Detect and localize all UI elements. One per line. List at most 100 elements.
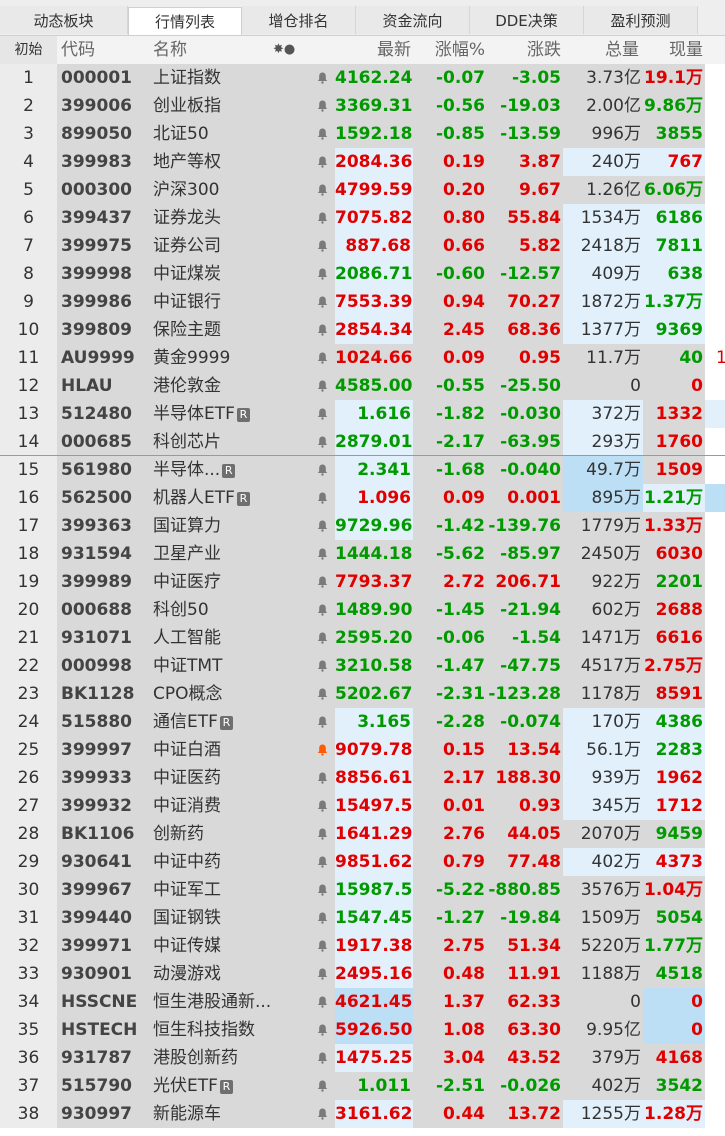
bell-icon[interactable] [307,904,335,932]
bell-icon[interactable] [307,540,335,568]
bell-icon[interactable] [307,932,335,960]
table-row[interactable]: 6 399437 证券龙头 7075.82 0.80 55.84 1534万 6186 [0,204,725,232]
table-row[interactable]: 32 399971 中证传媒 1917.38 2.75 51.34 5220万 1.77万 [0,932,725,960]
table-row[interactable]: 14 000685 科创芯片 2879.01 -2.17 -63.95 293万 1760 [0,428,725,456]
table-row[interactable]: 31 399440 国证钢铁 1547.45 -1.27 -19.84 1509万 5054 [0,904,725,932]
tab-position-ranking[interactable]: 增仓排名 [242,6,356,34]
table-row[interactable]: 21 931071 人工智能 2595.20 -0.06 -1.54 1471万 6616 [0,624,725,652]
bell-icon[interactable] [307,1100,335,1128]
table-row[interactable]: 34 HSSCNE 恒生港股通新... 4621.45 1.37 62.33 0 0 [0,988,725,1016]
bell-icon[interactable] [307,764,335,792]
bell-icon[interactable] [307,568,335,596]
header-total-volume[interactable]: 总量 [563,36,639,64]
table-row[interactable]: 1 000001 上证指数 4162.24 -0.07 -3.05 3.73亿 19.1万 [0,64,725,92]
tab-dynamic-sector[interactable]: 动态板块 [0,6,128,34]
table-row[interactable]: 18 931594 卫星产业 1444.18 -5.62 -85.97 2450万 6030 [0,540,725,568]
table-row[interactable]: 7 399975 证券公司 887.68 0.66 5.82 2418万 7811 [0,232,725,260]
bell-icon[interactable] [307,120,335,148]
bell-icon[interactable] [307,596,335,624]
table-row[interactable]: 37 515790 光伏ETF R 1.011 -2.51 -0.026 402万 3542 [0,1072,725,1100]
table-row[interactable]: 38 930997 新能源车 3161.62 0.44 13.72 1255万 1.28万 [0,1100,725,1128]
table-row[interactable]: 13 512480 半导体ETF R 1.616 -1.82 -0.030 372万 1332 [0,400,725,428]
bell-icon[interactable] [307,176,335,204]
bell-icon[interactable] [307,456,335,484]
bell-icon[interactable] [307,1072,335,1100]
header-code[interactable]: 代码 [61,36,95,64]
bell-icon[interactable] [307,960,335,988]
table-row[interactable]: 33 930901 动漫游戏 2495.16 0.48 11.91 1188万 4518 [0,960,725,988]
table-row[interactable]: 22 000998 中证TMT 3210.58 -1.47 -47.75 4517万 2.75… [0,652,725,680]
table-row[interactable]: 28 BK1106 创新药 1641.29 2.76 44.05 2070万 9459 [0,820,725,848]
bell-icon[interactable] [307,288,335,316]
table-row[interactable]: 16 562500 机器人ETF R 1.096 0.09 0.001 895万 1.21万 [0,484,725,512]
bell-icon[interactable] [307,148,335,176]
bell-icon[interactable] [307,484,335,512]
bell-icon[interactable] [307,848,335,876]
row-price: 1.011 [335,1072,413,1100]
tab-dde-decision[interactable]: DDE决策 [470,6,584,34]
table-row[interactable]: 5 000300 沪深300 4799.59 0.20 9.67 1.26亿 6.06万 [0,176,725,204]
row-change: -21.94 [487,596,563,624]
bell-icon[interactable] [307,792,335,820]
table-row[interactable]: 17 399363 国证算力 9729.96 -1.42 -139.76 1779万 1.33… [0,512,725,540]
bell-icon[interactable] [307,624,335,652]
tab-capital-flow[interactable]: 资金流向 [356,6,470,34]
bell-icon[interactable] [307,92,335,120]
bell-icon[interactable] [307,736,335,764]
bell-icon[interactable] [307,316,335,344]
bell-icon[interactable] [307,820,335,848]
bell-icon[interactable] [307,1016,335,1044]
header-name[interactable]: 名称 [153,36,187,64]
table-row[interactable]: 23 BK1128 CPO概念 5202.67 -2.31 -123.28 1178万 859… [0,680,725,708]
table-row[interactable]: 36 931787 港股创新药 1475.25 3.04 43.52 379万 4168 [0,1044,725,1072]
bell-icon[interactable] [307,204,335,232]
bell-icon[interactable] [307,652,335,680]
header-pct[interactable]: 涨幅% [413,36,485,64]
table-row[interactable]: 24 515880 通信ETF R 3.165 -2.28 -0.074 170万 4386 [0,708,725,736]
header-current-volume[interactable]: 现量 [643,36,703,64]
bell-icon[interactable] [307,680,335,708]
table-row[interactable]: 9 399986 中证银行 7553.39 0.94 70.27 1872万 1.37万 [0,288,725,316]
header-flag[interactable]: ✸● [273,36,295,64]
table-row[interactable]: 12 HLAU 港伦敦金 4585.00 -0.55 -25.50 0 0 [0,372,725,400]
tab-quote-list[interactable]: 行情列表 [128,7,242,35]
bell-icon[interactable] [307,232,335,260]
table-row[interactable]: 15 561980 半导体... R 2.341 -1.68 -0.040 49.7万 1509 [0,456,725,484]
table-row[interactable]: 30 399967 中证军工 15987.55 -5.22 -880.85 3576万 1.0… [0,876,725,904]
table-row[interactable]: 4 399983 地产等权 2084.36 0.19 3.87 240万 767 [0,148,725,176]
table-row[interactable]: 29 930641 中证中药 9851.62 0.79 77.48 402万 4373 [0,848,725,876]
row-code: AU9999 [57,344,147,372]
table-row[interactable]: 26 399933 中证医药 8856.61 2.17 188.30 939万 1962 [0,764,725,792]
bell-icon[interactable] [307,344,335,372]
header-index[interactable]: 初始 [0,36,57,64]
table-row[interactable]: 25 399997 中证白酒 9079.78 0.15 13.54 56.1万 2283 [0,736,725,764]
row-change: -139.76 [487,512,563,540]
bell-icon[interactable] [307,512,335,540]
header-change[interactable]: 涨跌 [487,36,561,64]
table-row[interactable]: 35 HSTECH 恒生科技指数 5926.50 1.08 63.30 9.95亿 0 [0,1016,725,1044]
tab-profit-forecast[interactable]: 盈利预测 [584,6,698,34]
table-row[interactable]: 11 AU9999 黄金9999 1024.66 0.09 0.95 11.7万 40 1 [0,344,725,372]
table-row[interactable]: 27 399932 中证消费 15497.51 0.01 0.93 345万 1712 [0,792,725,820]
bell-icon[interactable] [307,428,335,456]
row-total-volume: 1255万 [563,1100,643,1128]
row-price: 3161.62 [335,1100,413,1128]
row-name: 黄金9999 [147,344,307,372]
bell-icon[interactable] [307,1044,335,1072]
table-row[interactable]: 8 399998 中证煤炭 2086.71 -0.60 -12.57 409万 638 [0,260,725,288]
table-row[interactable]: 2 399006 创业板指 3369.31 -0.56 -19.03 2.00亿 9.86万 [0,92,725,120]
table-row[interactable]: 19 399989 中证医疗 7793.37 2.72 206.71 922万 2201 [0,568,725,596]
bell-icon[interactable] [307,988,335,1016]
bell-icon[interactable] [307,400,335,428]
bell-icon[interactable] [307,64,335,92]
bell-icon[interactable] [307,876,335,904]
row-total-volume: 602万 [563,596,643,624]
table-row[interactable]: 3 899050 北证50 1592.18 -0.85 -13.59 996万 3855 [0,120,725,148]
bell-icon[interactable] [307,708,335,736]
row-name: 半导体... R [147,456,307,484]
bell-icon[interactable] [307,372,335,400]
table-row[interactable]: 10 399809 保险主题 2854.34 2.45 68.36 1377万 9369 [0,316,725,344]
bell-icon[interactable] [307,260,335,288]
header-price[interactable]: 最新 [335,36,411,64]
table-row[interactable]: 20 000688 科创50 1489.90 -1.45 -21.94 602万 2688 [0,596,725,624]
